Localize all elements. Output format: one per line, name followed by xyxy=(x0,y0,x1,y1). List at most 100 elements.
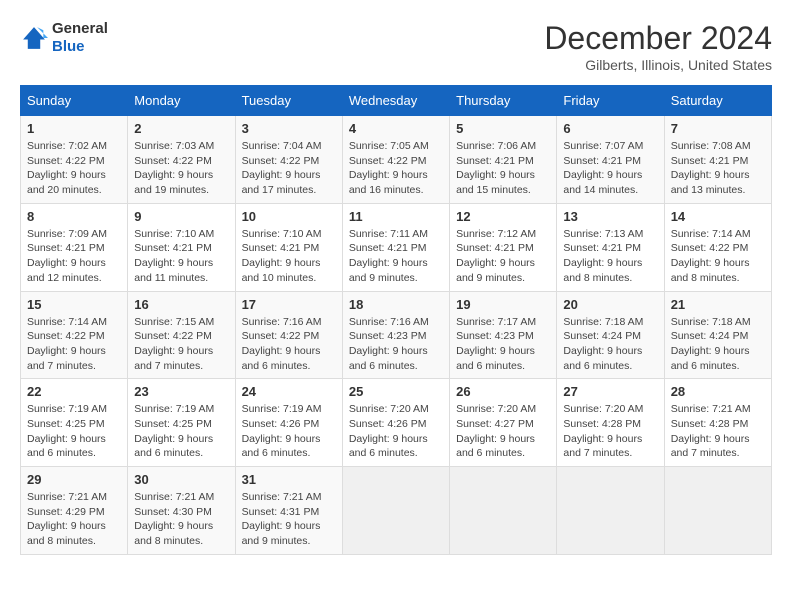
day-number: 23 xyxy=(134,384,228,399)
month-title: December 2024 xyxy=(544,20,772,57)
day-number: 10 xyxy=(242,209,336,224)
day-info: Sunrise: 7:20 AMSunset: 4:26 PMDaylight:… xyxy=(349,402,443,461)
day-number: 7 xyxy=(671,121,765,136)
day-number: 26 xyxy=(456,384,550,399)
calendar-cell: 18Sunrise: 7:16 AMSunset: 4:23 PMDayligh… xyxy=(342,291,449,379)
weekday-header: Monday xyxy=(128,86,235,116)
day-number: 15 xyxy=(27,297,121,312)
day-info: Sunrise: 7:16 AMSunset: 4:22 PMDaylight:… xyxy=(242,315,336,374)
day-number: 14 xyxy=(671,209,765,224)
day-number: 16 xyxy=(134,297,228,312)
day-number: 8 xyxy=(27,209,121,224)
calendar-cell: 29Sunrise: 7:21 AMSunset: 4:29 PMDayligh… xyxy=(21,467,128,555)
day-info: Sunrise: 7:07 AMSunset: 4:21 PMDaylight:… xyxy=(563,139,657,198)
calendar-cell: 5 Sunrise: 7:06 AMSunset: 4:21 PMDaylight… xyxy=(450,116,557,204)
day-number: 1 xyxy=(27,121,121,136)
calendar-table: SundayMondayTuesdayWednesdayThursdayFrid… xyxy=(20,85,772,555)
day-info: Sunrise: 7:19 AMSunset: 4:25 PMDaylight:… xyxy=(134,402,228,461)
day-number: 29 xyxy=(27,472,121,487)
calendar-cell: 12Sunrise: 7:12 AMSunset: 4:21 PMDayligh… xyxy=(450,203,557,291)
weekday-header: Wednesday xyxy=(342,86,449,116)
calendar-cell: 31Sunrise: 7:21 AMSunset: 4:31 PMDayligh… xyxy=(235,467,342,555)
day-info: Sunrise: 7:06 AMSunset: 4:21 PMDaylight:… xyxy=(456,139,550,198)
calendar-cell: 22Sunrise: 7:19 AMSunset: 4:25 PMDayligh… xyxy=(21,379,128,467)
day-number: 2 xyxy=(134,121,228,136)
calendar-cell: 11 Sunrise: 7:11 AMSunset: 4:21 PMDayligh… xyxy=(342,203,449,291)
header: General Blue December 2024 Gilberts, Ill… xyxy=(20,20,772,73)
weekday-header: Thursday xyxy=(450,86,557,116)
day-number: 25 xyxy=(349,384,443,399)
calendar-body: 1 Sunrise: 7:02 AMSunset: 4:22 PMDaylight… xyxy=(21,116,772,555)
calendar-cell: 17 Sunrise: 7:16 AMSunset: 4:22 PMDayligh… xyxy=(235,291,342,379)
calendar-cell: 14 Sunrise: 7:14 AMSunset: 4:22 PMDayligh… xyxy=(664,203,771,291)
calendar-cell: 19Sunrise: 7:17 AMSunset: 4:23 PMDayligh… xyxy=(450,291,557,379)
day-number: 13 xyxy=(563,209,657,224)
day-info: Sunrise: 7:18 AMSunset: 4:24 PMDaylight:… xyxy=(671,315,765,374)
day-info: Sunrise: 7:16 AMSunset: 4:23 PMDaylight:… xyxy=(349,315,443,374)
day-info: Sunrise: 7:20 AMSunset: 4:28 PMDaylight:… xyxy=(563,402,657,461)
calendar-cell: 26 Sunrise: 7:20 AMSunset: 4:27 PMDayligh… xyxy=(450,379,557,467)
day-info: Sunrise: 7:10 AMSunset: 4:21 PMDaylight:… xyxy=(134,227,228,286)
day-info: Sunrise: 7:14 AMSunset: 4:22 PMDaylight:… xyxy=(671,227,765,286)
calendar-week-row: 8 Sunrise: 7:09 AMSunset: 4:21 PMDaylight… xyxy=(21,203,772,291)
calendar-cell: 24Sunrise: 7:19 AMSunset: 4:26 PMDayligh… xyxy=(235,379,342,467)
calendar-cell: 25 Sunrise: 7:20 AMSunset: 4:26 PMDayligh… xyxy=(342,379,449,467)
day-number: 24 xyxy=(242,384,336,399)
calendar-cell xyxy=(664,467,771,555)
weekday-header: Sunday xyxy=(21,86,128,116)
day-info: Sunrise: 7:05 AMSunset: 4:22 PMDaylight:… xyxy=(349,139,443,198)
calendar-cell: 4 Sunrise: 7:05 AMSunset: 4:22 PMDaylight… xyxy=(342,116,449,204)
day-number: 31 xyxy=(242,472,336,487)
calendar-cell: 1 Sunrise: 7:02 AMSunset: 4:22 PMDaylight… xyxy=(21,116,128,204)
day-info: Sunrise: 7:14 AMSunset: 4:22 PMDaylight:… xyxy=(27,315,121,374)
calendar-cell: 8 Sunrise: 7:09 AMSunset: 4:21 PMDaylight… xyxy=(21,203,128,291)
day-info: Sunrise: 7:15 AMSunset: 4:22 PMDaylight:… xyxy=(134,315,228,374)
location: Gilberts, Illinois, United States xyxy=(544,57,772,73)
day-info: Sunrise: 7:02 AMSunset: 4:22 PMDaylight:… xyxy=(27,139,121,198)
calendar-cell: 2 Sunrise: 7:03 AMSunset: 4:22 PMDaylight… xyxy=(128,116,235,204)
day-number: 4 xyxy=(349,121,443,136)
day-number: 3 xyxy=(242,121,336,136)
calendar-cell: 10 Sunrise: 7:10 AMSunset: 4:21 PMDayligh… xyxy=(235,203,342,291)
day-number: 27 xyxy=(563,384,657,399)
calendar-week-row: 1 Sunrise: 7:02 AMSunset: 4:22 PMDaylight… xyxy=(21,116,772,204)
logo-text: General Blue xyxy=(52,20,108,56)
calendar-cell xyxy=(450,467,557,555)
calendar-cell: 16 Sunrise: 7:15 AMSunset: 4:22 PMDayligh… xyxy=(128,291,235,379)
day-info: Sunrise: 7:10 AMSunset: 4:21 PMDaylight:… xyxy=(242,227,336,286)
calendar-cell: 30 Sunrise: 7:21 AMSunset: 4:30 PMDayligh… xyxy=(128,467,235,555)
day-info: Sunrise: 7:08 AMSunset: 4:21 PMDaylight:… xyxy=(671,139,765,198)
calendar-header: SundayMondayTuesdayWednesdayThursdayFrid… xyxy=(21,86,772,116)
day-number: 22 xyxy=(27,384,121,399)
day-number: 19 xyxy=(456,297,550,312)
calendar-cell: 20 Sunrise: 7:18 AMSunset: 4:24 PMDayligh… xyxy=(557,291,664,379)
calendar-cell: 15 Sunrise: 7:14 AMSunset: 4:22 PMDayligh… xyxy=(21,291,128,379)
calendar-cell xyxy=(557,467,664,555)
calendar-cell: 7 Sunrise: 7:08 AMSunset: 4:21 PMDaylight… xyxy=(664,116,771,204)
logo: General Blue xyxy=(20,20,108,56)
day-info: Sunrise: 7:18 AMSunset: 4:24 PMDaylight:… xyxy=(563,315,657,374)
day-info: Sunrise: 7:20 AMSunset: 4:27 PMDaylight:… xyxy=(456,402,550,461)
logo-icon xyxy=(20,24,48,52)
calendar-week-row: 15 Sunrise: 7:14 AMSunset: 4:22 PMDayligh… xyxy=(21,291,772,379)
title-area: December 2024 Gilberts, Illinois, United… xyxy=(544,20,772,73)
day-info: Sunrise: 7:11 AMSunset: 4:21 PMDaylight:… xyxy=(349,227,443,286)
day-info: Sunrise: 7:12 AMSunset: 4:21 PMDaylight:… xyxy=(456,227,550,286)
calendar-week-row: 22 Sunrise: 7:19 AMSunset: 4:25 PMDayligh… xyxy=(21,379,772,467)
calendar-cell: 27 Sunrise: 7:20 AMSunset: 4:28 PMDayligh… xyxy=(557,379,664,467)
weekday-header: Tuesday xyxy=(235,86,342,116)
day-number: 17 xyxy=(242,297,336,312)
day-info: Sunrise: 7:03 AMSunset: 4:22 PMDaylight:… xyxy=(134,139,228,198)
day-info: Sunrise: 7:09 AMSunset: 4:21 PMDaylight:… xyxy=(27,227,121,286)
calendar-cell: 21Sunrise: 7:18 AMSunset: 4:24 PMDayligh… xyxy=(664,291,771,379)
day-number: 6 xyxy=(563,121,657,136)
day-number: 30 xyxy=(134,472,228,487)
calendar-cell xyxy=(342,467,449,555)
day-number: 20 xyxy=(563,297,657,312)
day-info: Sunrise: 7:13 AMSunset: 4:21 PMDaylight:… xyxy=(563,227,657,286)
calendar-week-row: 29Sunrise: 7:21 AMSunset: 4:29 PMDayligh… xyxy=(21,467,772,555)
weekday-header: Saturday xyxy=(664,86,771,116)
day-info: Sunrise: 7:21 AMSunset: 4:30 PMDaylight:… xyxy=(134,490,228,549)
day-number: 11 xyxy=(349,209,443,224)
day-number: 5 xyxy=(456,121,550,136)
